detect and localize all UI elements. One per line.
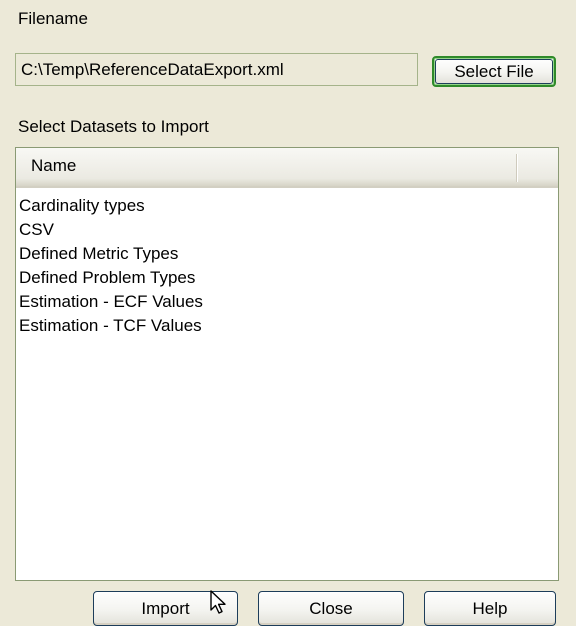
arrow-pointer-icon <box>210 590 226 614</box>
list-header: Name <box>16 148 558 188</box>
select-file-button-label: Select File <box>435 59 553 84</box>
filename-label: Filename <box>18 9 88 28</box>
datasets-list[interactable]: Name Cardinality types CSV Defined Metri… <box>15 147 559 581</box>
close-button[interactable]: Close <box>258 591 404 626</box>
list-item[interactable]: Defined Problem Types <box>16 266 203 290</box>
list-item[interactable]: Estimation - TCF Values <box>16 314 203 338</box>
datasets-label: Select Datasets to Import <box>18 117 209 136</box>
list-item[interactable]: CSV <box>16 218 203 242</box>
help-button[interactable]: Help <box>424 591 556 626</box>
list-item[interactable]: Defined Metric Types <box>16 242 203 266</box>
column-header-name[interactable]: Name <box>16 148 516 186</box>
list-item[interactable]: Cardinality types <box>16 194 203 218</box>
filename-field[interactable]: C:\Temp\ReferenceDataExport.xml <box>15 53 418 86</box>
dataset-items: Cardinality types CSV Defined Metric Typ… <box>16 194 203 338</box>
list-item[interactable]: Estimation - ECF Values <box>16 290 203 314</box>
select-file-button[interactable]: Select File <box>432 56 556 87</box>
column-divider[interactable] <box>516 154 518 182</box>
